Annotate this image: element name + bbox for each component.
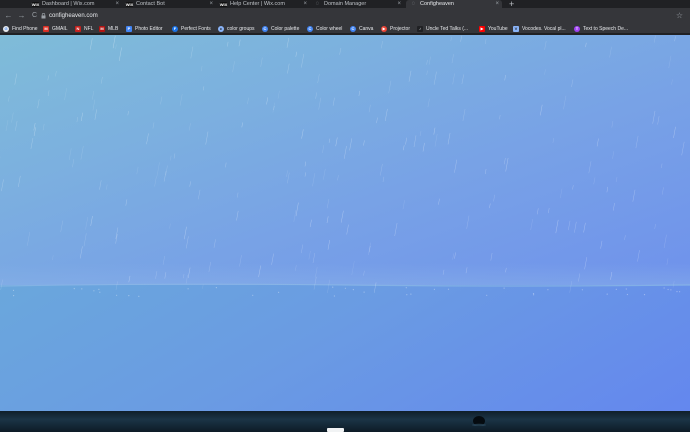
bookmark-uncle-ted-talks[interactable]: ♪ Uncle Ted Talks (... xyxy=(417,25,468,32)
google-circle-icon: G xyxy=(3,25,9,32)
tab-title: Dashboard | Wix.com xyxy=(42,1,95,7)
close-icon[interactable]: × xyxy=(397,1,401,7)
lock-icon[interactable] xyxy=(40,12,46,19)
bookmark-gmail[interactable]: M GMAIL xyxy=(43,25,68,32)
sky-background xyxy=(0,35,690,285)
boulder-silhouette xyxy=(472,416,486,426)
bookmark-label: NFL xyxy=(84,25,94,32)
close-icon[interactable]: × xyxy=(495,1,499,7)
bookmark-nfl[interactable]: N NFL xyxy=(75,25,93,32)
color-groups-icon: c xyxy=(218,25,224,32)
bookmarks-bar: G Find Phone M GMAIL N NFL M MLB P Photo… xyxy=(0,23,690,34)
page-viewport[interactable] xyxy=(0,35,690,432)
wix-icon: WIX xyxy=(31,1,40,7)
address-bar[interactable]: configheaven.com ☆ xyxy=(38,10,686,21)
photo-editor-icon: P xyxy=(126,25,132,32)
sea-surface xyxy=(0,285,690,411)
mlb-icon: M xyxy=(99,25,105,32)
projector-icon: ▶ xyxy=(381,25,387,32)
bookmark-photo-editor[interactable]: P Photo Editor xyxy=(126,25,163,32)
tab-contact-bot[interactable]: WIX Contact Bot × xyxy=(122,0,216,8)
tab-title: Help Center | Wix.com xyxy=(230,1,285,7)
tab-domain-manager[interactable]: ◌ Domain Manager × xyxy=(310,0,404,8)
loading-icon: ◌ xyxy=(315,1,320,7)
bookmark-label: Find Phone xyxy=(12,25,38,32)
bookmark-perfect-fonts[interactable]: F Perfect Fonts xyxy=(172,25,211,32)
color-wheel-icon: C xyxy=(307,25,313,32)
bookmark-star-icon[interactable]: ☆ xyxy=(676,11,683,20)
close-icon[interactable]: × xyxy=(115,1,119,7)
bookmark-label: Uncle Ted Talks (... xyxy=(426,25,469,32)
tts-icon: T xyxy=(574,25,580,32)
bookmark-label: Color wheel xyxy=(316,25,343,32)
forward-button[interactable]: → xyxy=(16,10,27,21)
bookmark-label: Vocodes. Vocal pl... xyxy=(522,25,566,32)
bookmark-color-groups[interactable]: c color groups xyxy=(218,25,255,32)
wix-icon: WIX xyxy=(219,1,228,7)
bookmark-canva[interactable]: C Canva xyxy=(350,25,373,32)
tab-title: Configheaven xyxy=(420,1,454,7)
bookmark-label: Text to Speech De... xyxy=(583,25,629,32)
bookmark-find-phone[interactable]: G Find Phone xyxy=(3,25,38,32)
back-button[interactable]: ← xyxy=(3,10,14,21)
tab-dashboard-wix[interactable]: WIX Dashboard | Wix.com × xyxy=(28,0,122,8)
bookmark-label: MLB xyxy=(108,25,119,32)
url-text[interactable]: configheaven.com xyxy=(49,13,98,19)
color-palette-icon: C xyxy=(262,25,268,32)
perfect-fonts-icon: F xyxy=(172,25,178,32)
ground-strip xyxy=(0,411,690,432)
bookmark-label: Perfect Fonts xyxy=(181,25,211,32)
bookmark-label: Canva xyxy=(359,25,374,32)
tab-title: Contact Bot xyxy=(136,1,165,7)
bookmark-mlb[interactable]: M MLB xyxy=(99,25,118,32)
bookmark-label: YouTube xyxy=(488,25,508,32)
bookmark-text-to-speech[interactable]: T Text to Speech De... xyxy=(574,25,628,32)
bookmark-label: Color palette xyxy=(271,25,300,32)
bookmark-label: Projector xyxy=(390,25,411,32)
bookmark-label: GMAIL xyxy=(52,25,68,32)
close-icon[interactable]: × xyxy=(303,1,307,7)
bookmark-color-palette[interactable]: C Color palette xyxy=(262,25,299,32)
close-icon[interactable]: × xyxy=(209,1,213,7)
bookmark-color-wheel[interactable]: C Color wheel xyxy=(307,25,342,32)
horizon-line xyxy=(0,283,690,287)
bookmark-label: Photo Editor xyxy=(135,25,163,32)
bookmark-projector[interactable]: ▶ Projector xyxy=(381,25,410,32)
tab-configheaven[interactable]: ◌ Configheaven × xyxy=(406,0,502,8)
ground-marker xyxy=(327,428,344,432)
bookmark-vocodes[interactable]: V Vocodes. Vocal pl... xyxy=(513,25,566,32)
vocodes-icon: V xyxy=(513,25,519,32)
youtube-icon: ▶ xyxy=(479,25,485,32)
tab-strip: WIX Dashboard | Wix.com × WIX Contact Bo… xyxy=(0,0,690,9)
tab-help-center[interactable]: WIX Help Center | Wix.com × xyxy=(216,0,310,8)
configheaven-icon: ◌ xyxy=(411,1,416,7)
wix-icon: WIX xyxy=(125,1,134,7)
tiktok-icon: ♪ xyxy=(417,25,423,32)
bookmark-youtube[interactable]: ▶ YouTube xyxy=(479,25,508,32)
gmail-icon: M xyxy=(43,25,49,32)
browser-toolbar: ← → C configheaven.com ☆ xyxy=(0,8,690,23)
canva-icon: C xyxy=(350,25,356,32)
nfl-icon: N xyxy=(75,25,81,32)
bookmark-label: color groups xyxy=(227,25,255,32)
tab-title: Domain Manager xyxy=(324,1,367,7)
